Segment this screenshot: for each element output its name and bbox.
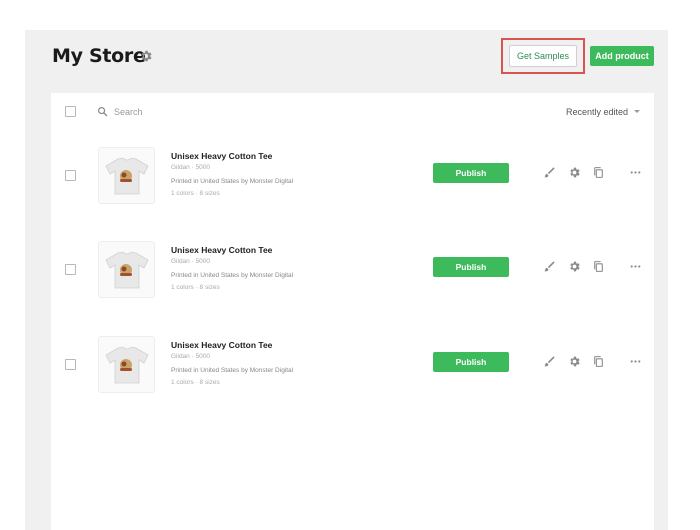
gear-icon[interactable] (568, 166, 581, 179)
sort-label: Recently edited (566, 106, 629, 117)
row-checkbox[interactable] (65, 264, 76, 275)
gear-icon[interactable] (139, 49, 153, 63)
product-brand: Gildan · 5000 (171, 258, 211, 265)
select-all-checkbox[interactable] (65, 106, 76, 117)
product-variants: 1 colors · 8 sizes (171, 379, 220, 386)
product-brand: Gildan · 5000 (171, 353, 211, 360)
list-item: Unisex Heavy Cotton Tee Gildan · 5000 Pr… (51, 336, 654, 406)
gear-icon[interactable] (568, 355, 581, 368)
list-item: Unisex Heavy Cotton Tee Gildan · 5000 Pr… (51, 241, 654, 311)
product-variants: 1 colors · 8 sizes (171, 284, 220, 291)
search-icon (97, 106, 108, 117)
product-name[interactable]: Unisex Heavy Cotton Tee (171, 340, 272, 350)
publish-button[interactable]: Publish (433, 163, 509, 183)
publish-button[interactable]: Publish (433, 352, 509, 372)
list-item: Unisex Heavy Cotton Tee Gildan · 5000 Pr… (51, 147, 654, 217)
chevron-down-icon (634, 110, 641, 113)
edit-icon[interactable] (543, 166, 556, 179)
product-brand: Gildan · 5000 (171, 164, 211, 171)
page-title: My Store (52, 45, 146, 67)
product-thumbnail[interactable] (98, 147, 155, 204)
more-icon[interactable] (629, 260, 642, 273)
copy-icon[interactable] (592, 355, 605, 368)
tshirt-image (104, 157, 149, 194)
product-thumbnail[interactable] (98, 241, 155, 298)
product-name[interactable]: Unisex Heavy Cotton Tee (171, 245, 272, 255)
product-print-info: Printed in United States by Monster Digi… (171, 272, 294, 279)
search-input[interactable] (114, 104, 314, 119)
product-print-info: Printed in United States by Monster Digi… (171, 178, 294, 185)
row-checkbox[interactable] (65, 170, 76, 181)
edit-icon[interactable] (543, 260, 556, 273)
gear-icon[interactable] (568, 260, 581, 273)
edit-icon[interactable] (543, 355, 556, 368)
more-icon[interactable] (629, 166, 642, 179)
publish-button[interactable]: Publish (433, 257, 509, 277)
tshirt-image (104, 346, 149, 383)
sort-dropdown[interactable]: Recently edited (566, 104, 642, 119)
copy-icon[interactable] (592, 166, 605, 179)
tshirt-image (104, 251, 149, 288)
product-name[interactable]: Unisex Heavy Cotton Tee (171, 151, 272, 161)
add-product-button[interactable]: Add product (590, 46, 654, 66)
product-print-info: Printed in United States by Monster Digi… (171, 367, 294, 374)
copy-icon[interactable] (592, 260, 605, 273)
store-page: My Store Get Samples Add product Recentl… (0, 0, 700, 530)
product-thumbnail[interactable] (98, 336, 155, 393)
more-icon[interactable] (629, 355, 642, 368)
row-checkbox[interactable] (65, 359, 76, 370)
product-variants: 1 colors · 8 sizes (171, 190, 220, 197)
get-samples-button[interactable]: Get Samples (509, 45, 577, 67)
